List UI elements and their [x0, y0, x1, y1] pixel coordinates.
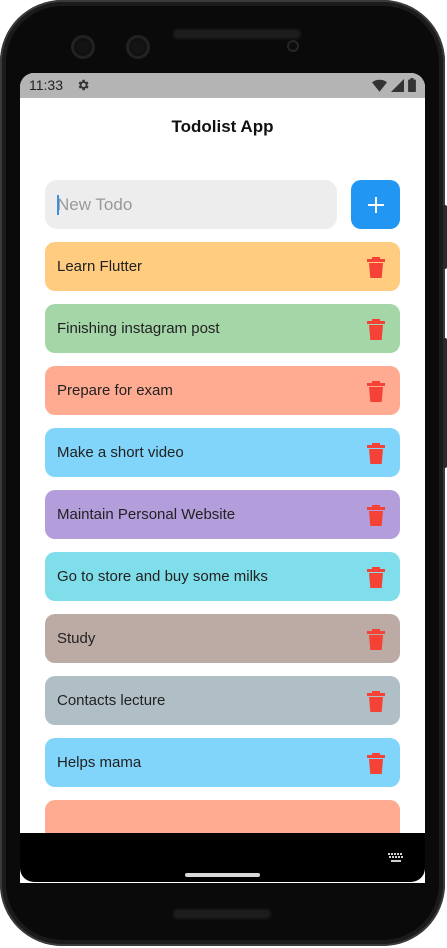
trash-icon[interactable] [366, 752, 386, 774]
trash-icon[interactable] [366, 442, 386, 464]
trash-icon[interactable] [366, 690, 386, 712]
todo-item[interactable]: Learn Flutter [45, 242, 400, 291]
trash-icon[interactable] [366, 504, 386, 526]
keyboard-icon[interactable] [388, 853, 404, 863]
volume-button [443, 338, 447, 468]
status-time: 11:33 [29, 77, 63, 93]
trash-icon[interactable] [366, 380, 386, 402]
gear-icon [78, 79, 89, 91]
trash-icon[interactable] [366, 566, 386, 588]
status-bar: 11:33 [20, 73, 425, 98]
proximity-sensor [287, 40, 299, 52]
navigation-bar [20, 833, 425, 882]
battery-icon [408, 78, 416, 92]
new-todo-input[interactable] [45, 180, 337, 229]
page-title: Todolist App [171, 117, 274, 136]
todo-item[interactable]: Finishing instagram post [45, 304, 400, 353]
wifi-icon [372, 79, 387, 92]
bottom-speaker [172, 908, 272, 920]
todo-label: Helps mama [57, 754, 142, 771]
trash-icon[interactable] [366, 256, 386, 278]
front-camera-icon [71, 35, 95, 59]
todo-label: Maintain Personal Website [57, 506, 236, 523]
status-icons [372, 78, 416, 92]
front-camera-icon [126, 35, 150, 59]
todo-label: Contacts lecture [57, 692, 166, 709]
todo-label: Prepare for exam [57, 382, 173, 399]
power-button [443, 205, 447, 269]
todo-item[interactable]: Maintain Personal Website [45, 490, 400, 539]
signal-icon [391, 78, 404, 92]
todo-list: Learn Flutter Finishing instagram post Pre… [45, 242, 400, 862]
todo-label: Learn Flutter [57, 258, 143, 275]
todo-item[interactable]: Make a short video [45, 428, 400, 477]
todo-label: Finishing instagram post [57, 320, 220, 337]
text-cursor [57, 195, 59, 215]
home-indicator[interactable] [185, 873, 260, 877]
trash-icon[interactable] [366, 628, 386, 650]
app-screen: 11:33 Todolist App Learn Flutter Finishin… [20, 73, 425, 883]
todo-item[interactable]: Prepare for exam [45, 366, 400, 415]
todo-label: Go to store and buy some milks [57, 568, 268, 585]
todo-label: Make a short video [57, 444, 184, 461]
todo-item[interactable]: Go to store and buy some milks [45, 552, 400, 601]
todo-item[interactable]: Helps mama [45, 738, 400, 787]
todo-item[interactable]: Study [45, 614, 400, 663]
top-speaker [172, 28, 302, 40]
trash-icon[interactable] [366, 318, 386, 340]
plus-icon [367, 196, 384, 213]
todo-label: Study [57, 630, 96, 647]
todo-item[interactable]: Contacts lecture [45, 676, 400, 725]
add-todo-button[interactable] [351, 180, 400, 229]
